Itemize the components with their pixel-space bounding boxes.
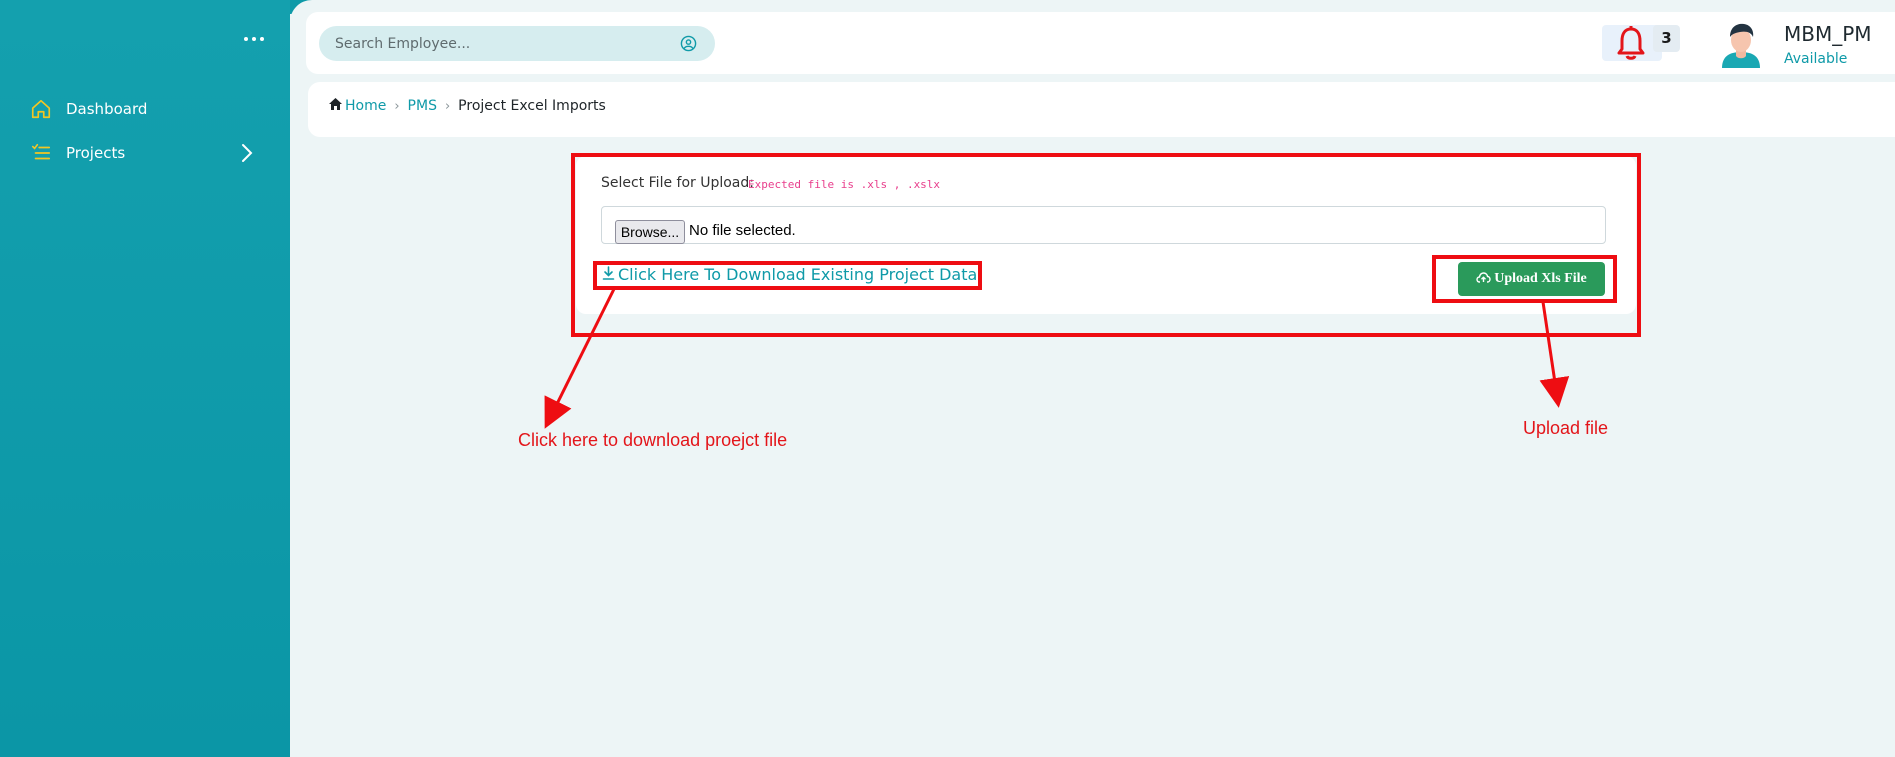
sidebar-item-projects[interactable]: Projects (30, 142, 125, 164)
chevron-right-icon[interactable] (240, 143, 254, 168)
sidebar-item-dashboard[interactable]: Dashboard (30, 98, 147, 120)
sidebar-item-label: Projects (66, 144, 126, 162)
notification-count-badge: 3 (1653, 25, 1680, 52)
annotation-card-box (571, 153, 1641, 337)
breadcrumb-current: Project Excel Imports (458, 98, 606, 114)
breadcrumb: Home › PMS › Project Excel Imports (329, 98, 606, 114)
user-search-icon[interactable] (680, 35, 697, 57)
home-icon (329, 98, 342, 114)
annotation-download-box (593, 261, 982, 290)
bell-icon (1616, 25, 1646, 66)
breadcrumb-home[interactable]: Home (329, 98, 386, 114)
list-icon (30, 142, 52, 164)
chevron-right-icon: › (394, 98, 400, 114)
search-input[interactable]: Search Employee... (319, 26, 715, 61)
annotation-upload-box (1432, 255, 1617, 303)
annotation-download-note: Click here to download proejct file (518, 430, 788, 450)
sidebar-item-label: Dashboard (66, 100, 148, 118)
search-placeholder: Search Employee... (335, 35, 471, 52)
chevron-right-icon: › (444, 98, 451, 114)
user-status: Available (1784, 51, 1848, 67)
avatar[interactable] (1718, 20, 1764, 73)
breadcrumb-pms[interactable]: PMS (408, 98, 437, 114)
home-icon (30, 98, 52, 120)
breadcrumb-home-label: Home (345, 98, 387, 114)
user-name[interactable]: MBM_PM (1784, 22, 1872, 46)
more-horizontal-icon[interactable] (242, 33, 266, 45)
annotation-upload-note: Upload file (1523, 418, 1609, 438)
